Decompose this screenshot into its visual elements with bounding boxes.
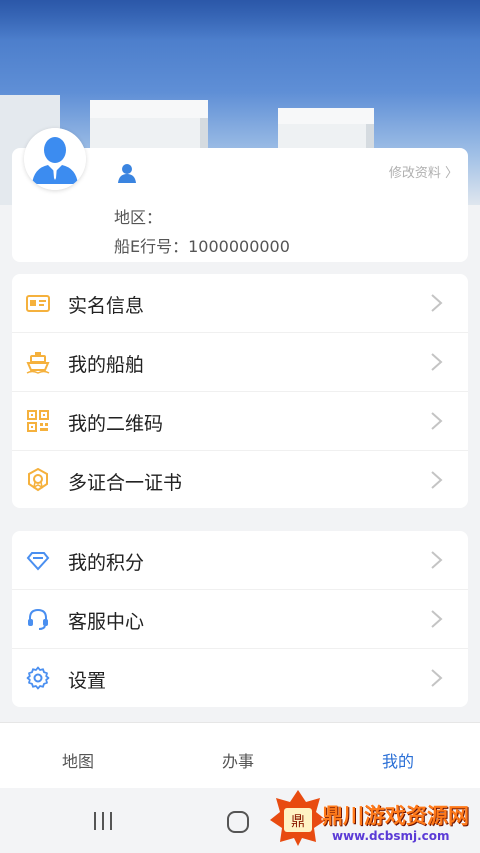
menu-item-label: 实名信息 xyxy=(68,295,145,317)
ship-icon xyxy=(26,350,50,374)
tab-mine[interactable]: 我的 xyxy=(382,748,414,772)
menu-item-label: 设置 xyxy=(68,670,107,692)
home-icon[interactable] xyxy=(226,810,250,834)
id-card-icon xyxy=(26,291,50,315)
user-icon xyxy=(116,162,138,184)
headset-icon xyxy=(26,607,50,631)
menu-item-settings[interactable]: 设置 xyxy=(12,649,468,707)
chevron-right-icon xyxy=(426,668,446,688)
avatar[interactable] xyxy=(24,128,86,190)
menu-item-my-points[interactable]: 我的积分 xyxy=(12,531,468,589)
menu-item-multi-certificate[interactable]: 多证合一证书 xyxy=(12,451,468,509)
menu-item-real-name-info[interactable]: 实名信息 xyxy=(12,274,468,332)
chevron-right-icon xyxy=(426,411,446,431)
certificate-badge-icon xyxy=(26,467,50,492)
menu-item-label: 多证合一证书 xyxy=(68,472,183,494)
menu-item-my-qr-code[interactable]: 我的二维码 xyxy=(12,392,468,450)
menu-item-label: 客服中心 xyxy=(68,611,145,633)
watermark-title: 鼎川游戏资源网 xyxy=(322,804,469,828)
region-label: 地区： xyxy=(114,208,163,227)
tab-map[interactable]: 地图 xyxy=(62,748,94,772)
edit-profile-link[interactable]: 修改资料 〉 xyxy=(389,162,458,181)
bottom-tab-bar: 地图 办事 我的 xyxy=(0,722,480,788)
chevron-right-icon xyxy=(426,609,446,629)
chevron-right-icon xyxy=(426,470,446,490)
menu-item-label: 我的积分 xyxy=(68,552,145,574)
chevron-right-icon xyxy=(426,352,446,372)
tab-services[interactable]: 办事 xyxy=(222,748,254,772)
diamond-icon xyxy=(26,548,50,572)
watermark-url: www.dcbsmj.com xyxy=(332,829,450,843)
chevron-right-icon xyxy=(426,550,446,570)
menu-item-customer-service[interactable]: 客服中心 xyxy=(12,590,468,648)
menu-card-secondary: 我的积分 客服中心 设置 xyxy=(12,531,468,707)
recent-apps-icon[interactable] xyxy=(92,810,114,832)
svg-text:鼎: 鼎 xyxy=(291,814,305,830)
menu-card-primary: 实名信息 我的船舶 我的二维码 多证合一证书 xyxy=(12,274,468,508)
menu-item-label: 我的二维码 xyxy=(68,413,164,435)
chevron-right-icon xyxy=(426,293,446,313)
gear-icon xyxy=(26,666,50,690)
menu-item-my-ship[interactable]: 我的船舶 xyxy=(12,333,468,391)
ship-id-label: 船E行号：1000000000 xyxy=(114,237,290,256)
qr-code-icon xyxy=(26,409,50,433)
menu-item-label: 我的船舶 xyxy=(68,354,145,376)
